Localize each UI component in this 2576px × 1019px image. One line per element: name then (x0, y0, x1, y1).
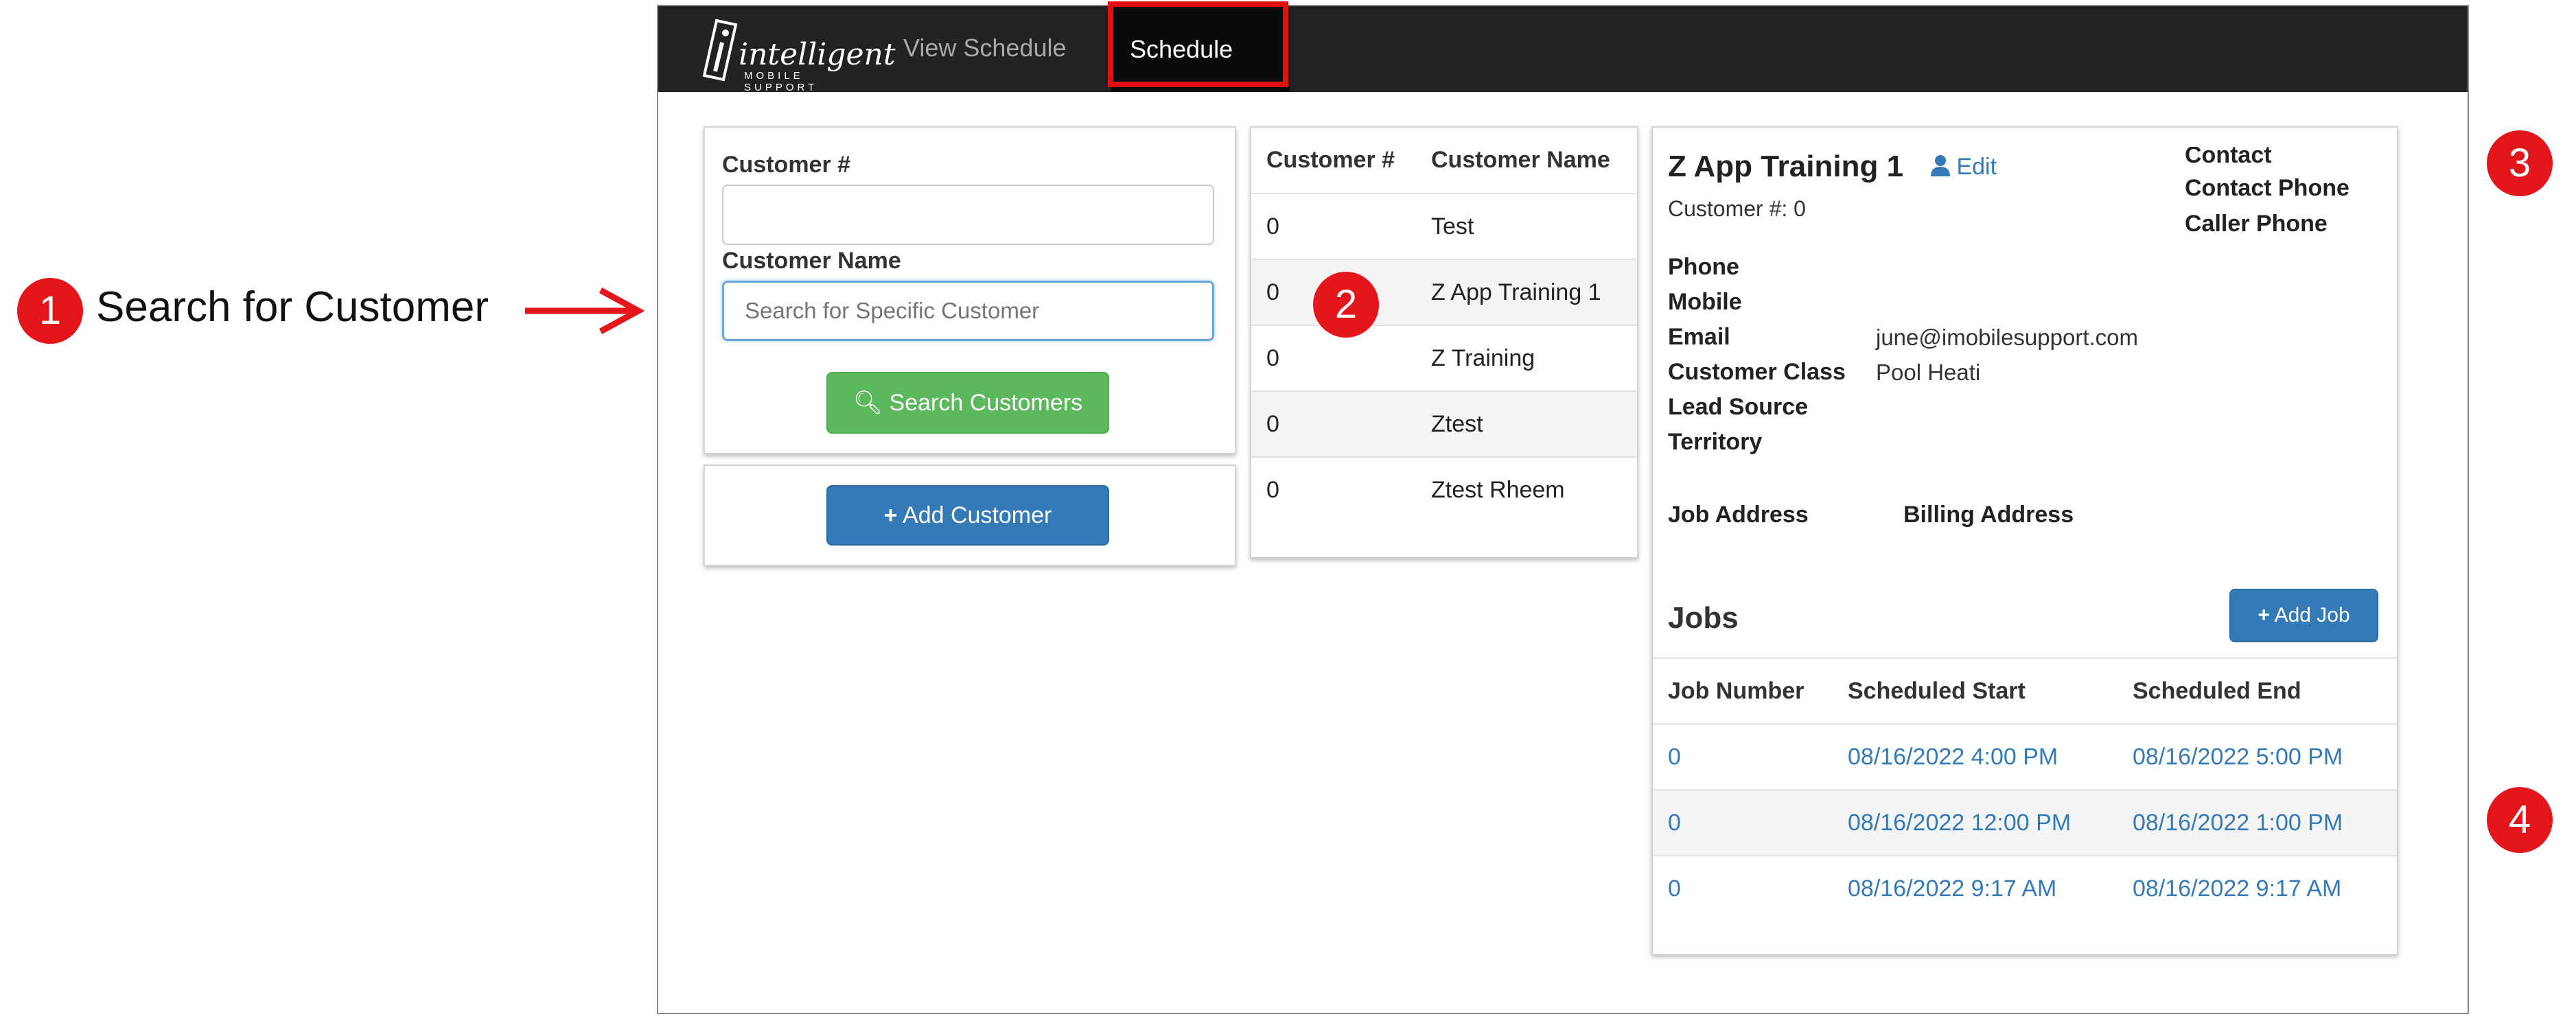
step-1-label: Search for Customer (96, 283, 489, 331)
search-customers-label: Search Customers (889, 390, 1083, 416)
customer-name-label: Customer Name (722, 248, 901, 274)
logo-phone-icon (702, 19, 738, 82)
add-job-label: Add Job (2274, 604, 2350, 626)
job-start-link[interactable]: 08/16/2022 4:00 PM (1833, 723, 2117, 790)
billing-address-label: Billing Address (1903, 502, 2074, 528)
step-1-arrow (525, 287, 645, 335)
contact-phone-label: Contact Phone (2185, 175, 2349, 201)
jobs-table: Job Number Scheduled Start Scheduled End… (1653, 657, 2397, 922)
logo-tagline: MOBILE SUPPORT (744, 70, 818, 93)
table-row[interactable]: 0 Ztest Rheem (1251, 456, 1637, 523)
top-navbar: intelligent MOBILE SUPPORT View Schedule… (658, 1, 2468, 149)
job-end-link[interactable]: 08/16/2022 5:00 PM (2117, 723, 2397, 790)
customer-detail-panel: Z App Training 1 Edit Customer #: 0 Cont… (1651, 126, 2398, 955)
caller-phone-label: Caller Phone (2185, 211, 2328, 237)
customer-name-cell: Z Training (1416, 325, 1637, 391)
add-customer-button[interactable]: + Add Customer (826, 485, 1109, 546)
plus-icon: + (883, 502, 898, 528)
email-label: Email (1668, 324, 1730, 350)
customer-list-panel: Customer # Customer Name 0 Test 0 Z App … (1250, 126, 1638, 559)
plus-icon: + (2258, 604, 2270, 626)
step-3-badge: 3 (2487, 130, 2553, 196)
customer-fields: Phone Mobile Email Customer Class Lead S… (1668, 250, 1846, 460)
job-address-label: Job Address (1668, 502, 1809, 528)
table-row[interactable]: 0 Z Training (1251, 325, 1637, 391)
table-row[interactable]: 0 Ztest (1251, 390, 1637, 457)
mobile-label: Mobile (1668, 289, 1742, 315)
customer-table: Customer # Customer Name 0 Test 0 Z App … (1251, 128, 1637, 523)
tab-view-schedule[interactable]: View Schedule (903, 34, 1067, 62)
customer-name-cell: Ztest (1416, 390, 1637, 457)
customer-number-cell: 0 (1251, 193, 1416, 259)
header-scheduled-end: Scheduled End (2117, 657, 2397, 724)
contact-label: Contact (2185, 147, 2272, 168)
table-row: 0 08/16/2022 12:00 PM 08/16/2022 1:00 PM (1653, 789, 2397, 856)
territory-label: Territory (1668, 429, 1763, 455)
customer-number-cell: 0 (1251, 456, 1416, 523)
job-number-link[interactable]: 0 (1653, 855, 1833, 922)
customer-table-header: Customer # Customer Name (1251, 128, 1637, 194)
search-customers-button[interactable]: 🔍︎ Search Customers (826, 372, 1109, 434)
customer-name-cell: Test (1416, 193, 1637, 259)
add-customer-label: Add Customer (903, 502, 1052, 528)
customer-number-input[interactable] (722, 185, 1214, 245)
table-row[interactable]: 0 Test (1251, 193, 1637, 259)
search-panel: Customer # Customer Name 🔍︎ Search Custo… (704, 126, 1236, 454)
highlight-box (1108, 1, 1288, 87)
email-value: june@imobilesupport.com (1876, 325, 2139, 350)
job-end-link[interactable]: 08/16/2022 1:00 PM (2117, 789, 2397, 856)
phone-label: Phone (1668, 254, 1739, 280)
customer-number-cell: 0 (1251, 390, 1416, 457)
header-scheduled-start: Scheduled Start (1833, 657, 2117, 724)
customer-name-cell: Ztest Rheem (1416, 456, 1637, 523)
job-number-link[interactable]: 0 (1653, 789, 1833, 856)
add-customer-panel: + Add Customer (704, 465, 1236, 566)
job-start-link[interactable]: 08/16/2022 9:17 AM (1833, 855, 2117, 922)
header-job-number: Job Number (1653, 657, 1833, 724)
edit-label: Edit (1956, 154, 1997, 180)
search-icon: 🔍︎ (852, 390, 883, 416)
customer-name-cell: Z App Training 1 (1416, 259, 1637, 325)
user-icon (1931, 155, 1950, 176)
contact-block: Contact Contact Phone Caller Phone (2185, 147, 2349, 242)
customer-number-text: Customer #: 0 (1668, 196, 1806, 221)
header-customer-name: Customer Name (1431, 147, 1610, 173)
job-number-link[interactable]: 0 (1653, 723, 1833, 790)
app-window: intelligent MOBILE SUPPORT View Schedule… (657, 1, 2469, 1014)
table-row: 0 08/16/2022 4:00 PM 08/16/2022 5:00 PM (1653, 723, 2397, 790)
add-job-button[interactable]: + Add Job (2229, 589, 2378, 642)
customer-title: Z App Training 1 (1668, 150, 1904, 183)
logo-wordmark: intelligent (739, 37, 896, 72)
edit-link[interactable]: Edit (1931, 154, 1997, 180)
lead-source-label: Lead Source (1668, 394, 1809, 420)
jobs-heading: Jobs (1668, 601, 1739, 635)
step-2-badge: 2 (1313, 272, 1379, 338)
table-row[interactable]: 0 Z App Training 1 (1251, 259, 1637, 325)
job-end-link[interactable]: 08/16/2022 9:17 AM (2117, 855, 2397, 922)
table-row: 0 08/16/2022 9:17 AM 08/16/2022 9:17 AM (1653, 855, 2397, 922)
job-start-link[interactable]: 08/16/2022 12:00 PM (1833, 789, 2117, 856)
customer-name-input[interactable] (722, 281, 1214, 341)
step-1-badge: 1 (17, 278, 83, 344)
customer-number-label: Customer # (722, 152, 851, 178)
jobs-table-header: Job Number Scheduled Start Scheduled End (1653, 657, 2397, 724)
header-customer-number: Customer # (1266, 147, 1395, 173)
customer-class-value: Pool Heati (1876, 360, 1981, 385)
brand-logo[interactable]: intelligent MOBILE SUPPORT (696, 15, 896, 93)
customer-class-label: Customer Class (1668, 359, 1846, 385)
customer-values: june@imobilesupport.com Pool Heati (1876, 320, 2138, 390)
step-4-badge: 4 (2487, 787, 2553, 853)
